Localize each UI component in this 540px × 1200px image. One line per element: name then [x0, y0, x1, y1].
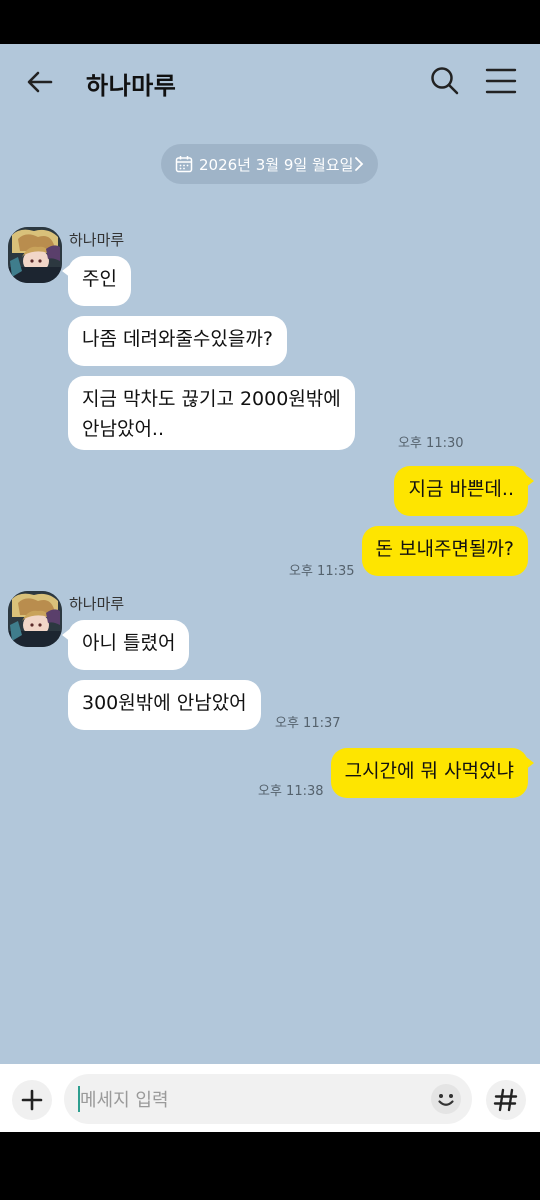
incoming-message[interactable]: 아니 틀렸어: [61, 620, 190, 670]
plus-icon: [21, 1089, 43, 1111]
hamburger-menu-icon: [485, 68, 517, 94]
search-icon: [431, 67, 459, 95]
avatar-image: [8, 591, 62, 647]
text-caret: [78, 1086, 80, 1112]
date-divider[interactable]: 2026년 3월 9일 월요일: [161, 144, 378, 184]
message-line: 지금 막차도 끊기고 2000원밖에: [82, 388, 341, 410]
incoming-message[interactable]: 주인: [62, 256, 131, 306]
sender-name: 하나마루: [69, 595, 125, 613]
date-text: 2026년 3월 9일 월요일: [199, 156, 354, 174]
incoming-message[interactable]: 나좀 데려와줄수있을까?: [68, 316, 287, 366]
chat-screen: 하나마루 2026년 3월 9일 월요일 하나마루 주인 나좀 데려와줄수있을까…: [0, 0, 540, 1200]
search-button[interactable]: [428, 64, 462, 98]
message-time: 오후 11:35: [289, 564, 355, 579]
message-input[interactable]: [78, 1086, 422, 1114]
avatar-image: [8, 227, 62, 283]
arrow-left-icon: [27, 71, 53, 93]
outgoing-message[interactable]: 그시간에 뭐 사먹었냐: [330, 748, 535, 798]
hashtag-icon: [493, 1088, 518, 1112]
emoji-button[interactable]: [430, 1083, 462, 1115]
message-time: 오후 11:30: [398, 436, 464, 451]
chevron-right-icon: [355, 157, 364, 171]
status-bar: [0, 0, 540, 44]
message-time: 오후 11:38: [258, 784, 324, 799]
back-button[interactable]: [22, 64, 58, 100]
avatar[interactable]: [8, 591, 62, 647]
attach-button[interactable]: [12, 1080, 52, 1120]
hashtag-button[interactable]: [486, 1080, 526, 1120]
outgoing-message[interactable]: 지금 바쁜데..: [394, 466, 534, 516]
incoming-message[interactable]: 300원밖에 안남았어: [68, 680, 261, 730]
system-navigation-bar: [0, 1132, 540, 1200]
menu-button[interactable]: [484, 64, 518, 98]
chat-header: 하나마루: [0, 44, 540, 118]
avatar[interactable]: [8, 227, 62, 283]
outgoing-message[interactable]: 돈 보내주면될까?: [361, 526, 528, 576]
message-line: 안남았어..: [82, 418, 164, 440]
chat-title: 하나마루: [86, 72, 177, 100]
calendar-icon: [175, 156, 193, 173]
sender-name: 하나마루: [69, 231, 125, 249]
message-input-container: [64, 1074, 472, 1124]
message-time: 오후 11:37: [275, 716, 341, 731]
incoming-message-multiline[interactable]: 지금 막차도 끊기고 2000원밖에 안남았어..: [68, 376, 355, 450]
smiley-icon: [431, 1084, 461, 1114]
message-composer: [0, 1064, 540, 1132]
